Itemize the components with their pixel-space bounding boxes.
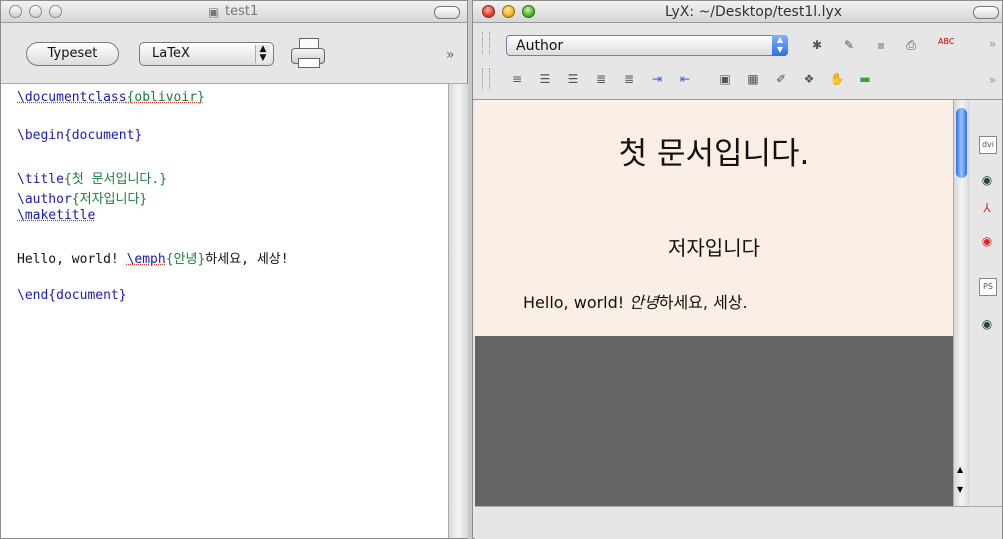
align-justify-icon[interactable]: ≡ xyxy=(509,71,525,87)
scroll-up-arrow-icon[interactable]: ▲ xyxy=(957,465,963,474)
source-line-maketitle: \maketitle xyxy=(17,208,96,223)
numbered-list-icon[interactable]: ☰ xyxy=(537,71,553,87)
source-line-author: \author{저자입니다} xyxy=(17,192,148,207)
editor-window: ▣ test1 Typeset LaTeX ▲ ▼ » \documentclas… xyxy=(0,0,468,539)
layout-select[interactable]: Author ▲ ▼ xyxy=(506,35,788,56)
toolbar-overflow-chevron-icon[interactable]: » xyxy=(989,73,996,87)
document-title: 첫 문서입니다. xyxy=(618,136,810,172)
close-button[interactable] xyxy=(482,5,495,18)
toolbar-overflow-chevron-icon[interactable]: » xyxy=(446,47,455,63)
toolbar-grip[interactable] xyxy=(482,32,490,54)
side-toolbar: dvi ◉ ⅄ ◉ PS ◉ xyxy=(973,100,1002,506)
print-icon[interactable]: ⎙ xyxy=(903,37,919,53)
editor-toolbar: Typeset LaTeX ▲ ▼ » xyxy=(1,23,467,84)
source-line-begin: \begin{document} xyxy=(17,128,143,143)
zoom-button[interactable] xyxy=(522,5,535,18)
insert-table-icon[interactable]: ▦ xyxy=(745,71,761,87)
scrollbar-thumb[interactable] xyxy=(956,108,967,178)
hand-icon[interactable]: ✋ xyxy=(829,71,845,87)
pdf-icon[interactable]: ⅄ xyxy=(979,200,995,216)
document-view[interactable]: 첫 문서입니다. 저자입니다 Hello, world! 안녕하세요, 세상. xyxy=(475,100,953,336)
zoom-button[interactable] xyxy=(49,5,62,18)
ps-icon[interactable]: PS xyxy=(979,278,997,296)
source-line-body: Hello, world! \emph{안녕}하세요, 세상! xyxy=(17,252,289,267)
printer-icon[interactable] xyxy=(291,38,325,68)
document-scrollbar[interactable]: ▲ ▼ xyxy=(953,100,970,506)
status-bar xyxy=(475,506,1002,539)
document-proxy-icon[interactable]: ▣ xyxy=(208,5,219,19)
close-button[interactable] xyxy=(9,5,22,18)
chevron-updown-icon: ▲ ▼ xyxy=(772,35,788,56)
layout-select-value: Author xyxy=(516,38,564,54)
window-title: test1 xyxy=(225,4,259,19)
lyx-titlebar[interactable]: LyX: ~/Desktop/test1l.lyx xyxy=(473,1,1002,23)
save-icon[interactable]: ▪ xyxy=(873,37,889,53)
source-line-documentclass: \documentclass{oblivoir} xyxy=(17,90,205,105)
dvi-view-icon[interactable]: ◉ xyxy=(979,172,995,188)
new-document-icon[interactable]: ✱ xyxy=(809,37,825,53)
open-document-icon[interactable]: ✎ xyxy=(841,37,857,53)
insert-graphics-icon[interactable]: ▣ xyxy=(717,71,733,87)
description-list-icon[interactable]: ≣ xyxy=(593,71,609,87)
document-body: Hello, world! 안녕하세요, 세상. xyxy=(523,293,748,312)
typeset-button[interactable]: Typeset xyxy=(26,42,119,66)
minimize-button[interactable] xyxy=(502,5,515,18)
lyx-toolbars: Author ▲ ▼ ✱ ✎ ▪ ⎙ ABC » ≡ ☰ ☰ ≣ ≣ ⇥ ⇤ ▣ … xyxy=(473,23,1002,100)
toolbar-overflow-chevron-icon[interactable]: » xyxy=(989,37,996,51)
pdf-view-icon[interactable]: ◉ xyxy=(979,233,995,249)
source-editor[interactable]: \documentclass{oblivoir} \begin{document… xyxy=(1,84,448,538)
ps-view-icon[interactable]: ◉ xyxy=(979,316,995,332)
window-title: LyX: ~/Desktop/test1l.lyx xyxy=(665,4,843,20)
note-icon[interactable]: ▬ xyxy=(857,71,873,87)
outdent-icon[interactable]: ⇤ xyxy=(677,71,693,87)
toolbar-grip[interactable] xyxy=(482,68,490,90)
bullet-list-icon[interactable]: ☰ xyxy=(565,71,581,87)
math-mode-icon[interactable]: ✐ xyxy=(773,71,789,87)
editor-scrollbar[interactable] xyxy=(448,84,468,538)
engine-select-value: LaTeX xyxy=(152,46,190,61)
engine-select[interactable]: LaTeX ▲ ▼ xyxy=(139,42,274,66)
minimize-button[interactable] xyxy=(29,5,42,18)
document-background xyxy=(475,336,953,506)
scroll-down-arrow-icon[interactable]: ▼ xyxy=(957,485,963,494)
toolbar-toggle-button[interactable] xyxy=(434,6,460,19)
chevron-updown-icon: ▲ ▼ xyxy=(255,45,270,63)
editor-titlebar[interactable]: ▣ test1 xyxy=(1,1,467,23)
document-author: 저자입니다 xyxy=(668,236,760,260)
toc-icon[interactable]: ❖ xyxy=(801,71,817,87)
toolbar-toggle-button[interactable] xyxy=(973,6,999,19)
dvi-icon[interactable]: dvi xyxy=(979,136,997,154)
source-line-title: \title{첫 문서입니다.} xyxy=(17,172,168,187)
spellcheck-icon[interactable]: ABC xyxy=(938,34,954,50)
indent-icon[interactable]: ⇥ xyxy=(649,71,665,87)
align-left-icon[interactable]: ≣ xyxy=(621,71,637,87)
lyx-window: LyX: ~/Desktop/test1l.lyx Author ▲ ▼ ✱ ✎ … xyxy=(472,0,1003,539)
source-line-end: \end{document} xyxy=(17,288,127,303)
